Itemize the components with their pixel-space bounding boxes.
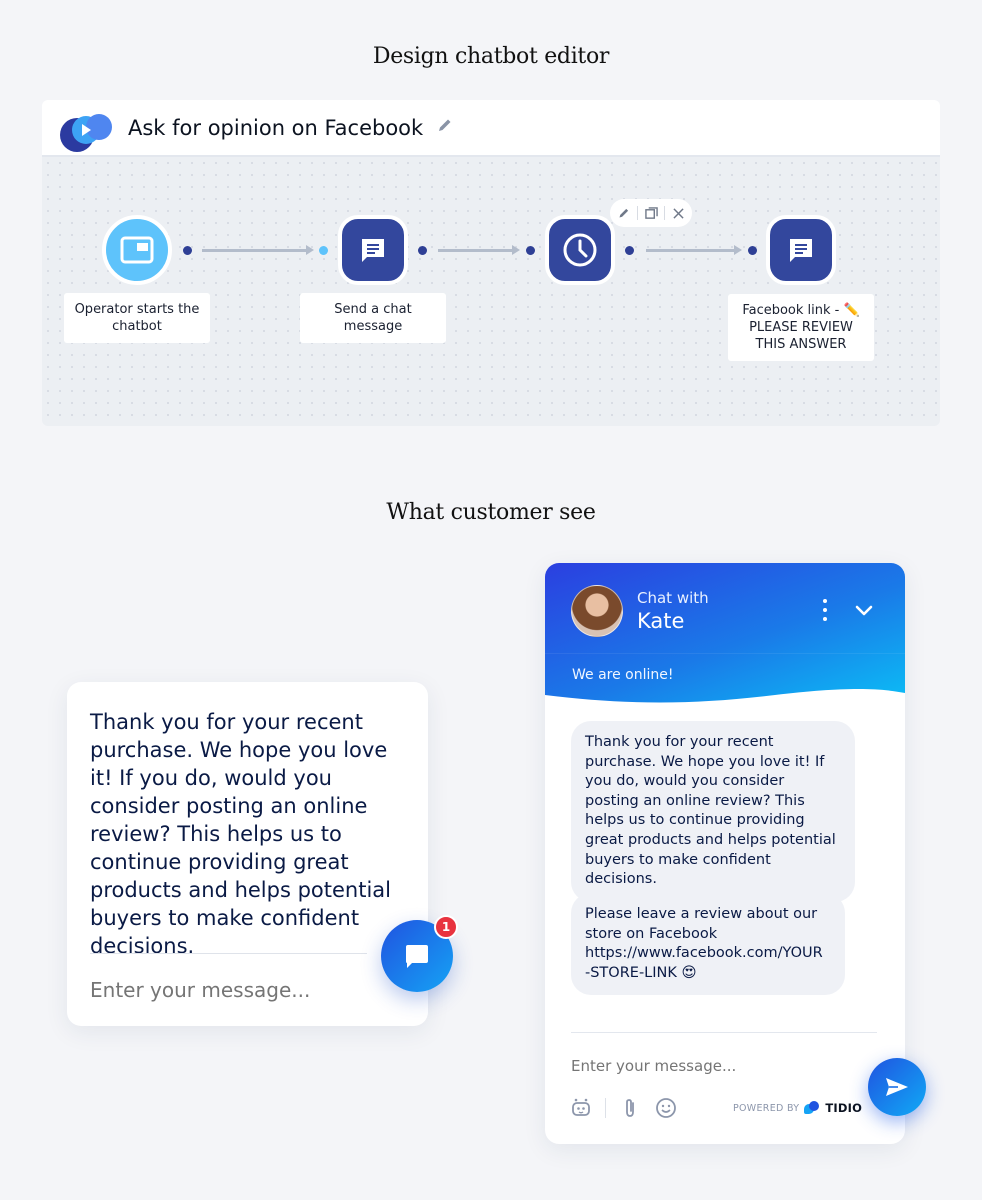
chat-bubble-icon: [406, 945, 428, 968]
online-status: We are online!: [572, 667, 674, 683]
chat-message-input[interactable]: [571, 1057, 851, 1075]
connector-dot[interactable]: [748, 246, 757, 255]
editor-header: Ask for opinion on Facebook: [42, 100, 940, 157]
node-facebook-link[interactable]: [766, 215, 836, 285]
chat-message-icon: [790, 239, 812, 262]
node-toolbar: [610, 199, 692, 227]
agent-name: Kate: [637, 609, 685, 633]
divider: [571, 1032, 877, 1033]
node-label-send-message: Send a chat message: [300, 293, 446, 343]
powered-by-label: POWERED BY: [733, 1102, 800, 1114]
send-button[interactable]: [868, 1058, 926, 1116]
connector-arrow: [202, 245, 314, 255]
connector-arrow: [438, 245, 520, 255]
preview-message-text: Thank you for your recent purchase. We h…: [90, 710, 391, 958]
node-label-facebook-link: Facebook link - ✏️ PLEASE REVIEW THIS AN…: [728, 294, 874, 361]
preview-message-card: Thank you for your recent purchase. We h…: [67, 682, 428, 1026]
connector-arrow: [646, 245, 742, 255]
window-icon: [120, 236, 154, 264]
powered-by[interactable]: POWERED BY TIDIO: [733, 1101, 862, 1115]
node-trigger[interactable]: [102, 215, 172, 285]
tidio-logo-icon: [58, 108, 114, 152]
preview-message-input[interactable]: [90, 978, 360, 1002]
node-label-trigger: Operator starts the chatbot: [64, 293, 210, 343]
header-wave: [545, 689, 905, 709]
send-icon: [886, 1078, 908, 1096]
pencil-icon[interactable]: [437, 117, 453, 138]
chat-with-label: Chat with: [637, 589, 709, 607]
emoji-icon[interactable]: [654, 1096, 678, 1120]
flow-name: Ask for opinion on Facebook: [128, 115, 424, 140]
tidio-logo-icon: [804, 1101, 820, 1115]
unread-badge: 1: [434, 915, 458, 939]
bot-icon[interactable]: [569, 1096, 593, 1120]
divider: [545, 653, 905, 654]
brand-name: TIDIO: [825, 1101, 863, 1115]
node-delay[interactable]: [545, 215, 615, 285]
clock-icon: [563, 233, 597, 267]
flow-canvas[interactable]: Operator starts the chatbot Send a chat …: [42, 157, 940, 426]
chat-message-icon: [362, 239, 384, 262]
connector-dot[interactable]: [183, 246, 192, 255]
chat-message: Thank you for your recent purchase. We h…: [571, 721, 855, 902]
node-send-message[interactable]: [338, 215, 408, 285]
agent-avatar: [571, 585, 623, 637]
divider: [90, 953, 367, 954]
section-title-editor: Design chatbot editor: [372, 44, 610, 69]
chatbot-editor: Ask for opinion on Facebook Operator sta…: [42, 100, 940, 426]
connector-dot[interactable]: [526, 246, 535, 255]
chevron-down-icon[interactable]: [853, 599, 875, 621]
close-icon[interactable]: [669, 207, 687, 219]
section-title-customer: What customer see: [386, 500, 596, 525]
connector-dot[interactable]: [418, 246, 427, 255]
chat-toolbar: [569, 1096, 678, 1120]
pencil-icon[interactable]: [615, 207, 633, 219]
more-options-icon[interactable]: [815, 599, 835, 621]
attachment-icon[interactable]: [618, 1096, 642, 1120]
connector-dot[interactable]: [319, 246, 328, 255]
duplicate-icon[interactable]: [642, 206, 660, 220]
connector-dot[interactable]: [625, 246, 634, 255]
chat-window: Chat with Kate We are online! Thank you …: [545, 563, 905, 1144]
chat-header: Chat with Kate We are online!: [545, 563, 905, 709]
chat-message: Please leave a review about our store on…: [571, 893, 845, 996]
